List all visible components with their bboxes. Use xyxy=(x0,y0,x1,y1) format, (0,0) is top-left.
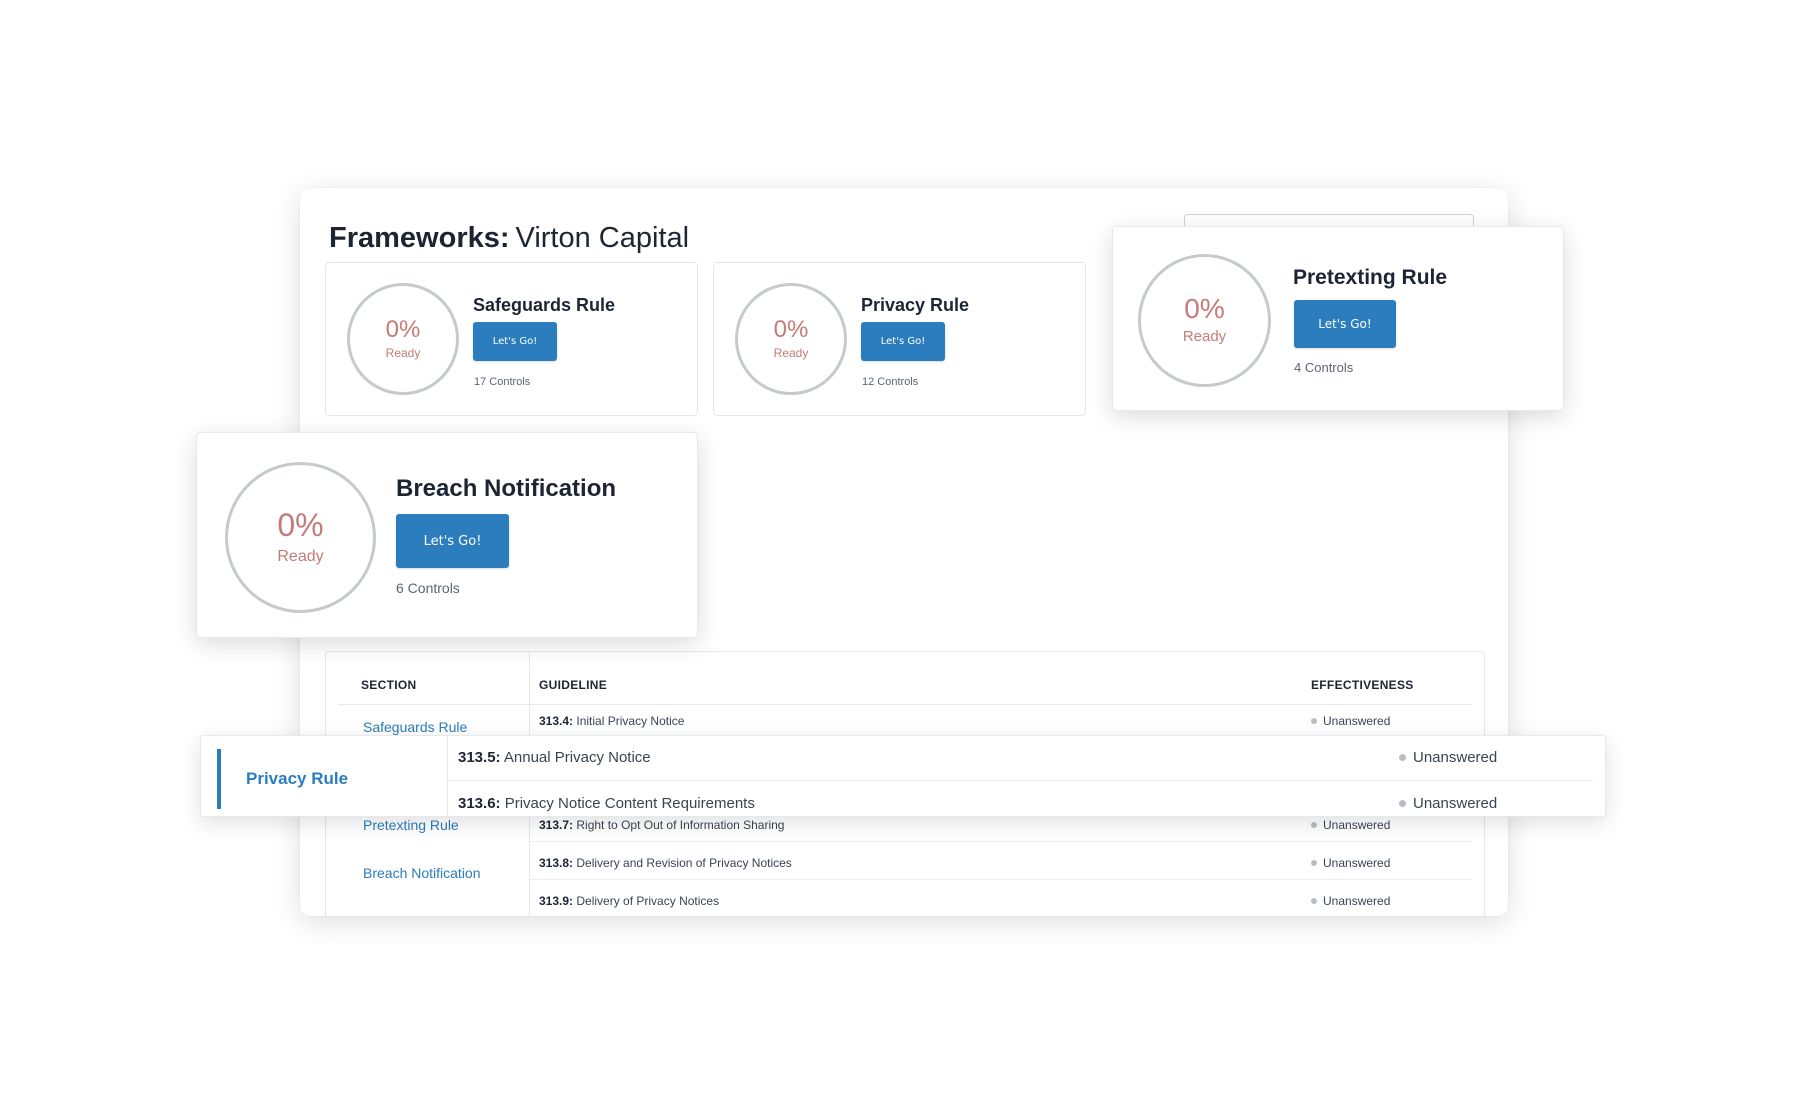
status-dot-icon xyxy=(1311,860,1317,866)
lets-go-button[interactable]: Let's Go! xyxy=(1294,300,1396,348)
column-header-effectiveness: EFFECTIVENESS xyxy=(1311,678,1414,692)
effectiveness-label: Unanswered xyxy=(1323,894,1391,908)
framework-card-breach: 0% Ready Breach Notification Let's Go! 6… xyxy=(196,432,698,638)
guideline-text: Delivery and Revision of Privacy Notices xyxy=(576,856,792,870)
readiness-label: Ready xyxy=(1182,328,1227,345)
framework-title: Breach Notification xyxy=(396,475,617,502)
status-dot-icon xyxy=(1311,718,1317,724)
effectiveness-status: Unanswered xyxy=(1399,749,1497,766)
framework-card-privacy: 0% Ready Privacy Rule Let's Go! 12 Contr… xyxy=(713,262,1086,416)
framework-title: Privacy Rule xyxy=(861,295,970,315)
status-dot-icon xyxy=(1311,822,1317,828)
section-link-breach[interactable]: Breach Notification xyxy=(363,865,481,881)
row-divider xyxy=(448,780,1593,781)
controls-count: 4 Controls xyxy=(1294,360,1354,375)
readiness-ring: 0% Ready xyxy=(347,283,459,395)
readiness-label: Ready xyxy=(277,547,324,565)
guideline-text: Right to Opt Out of Information Sharing xyxy=(576,818,785,832)
section-link-pretexting[interactable]: Pretexting Rule xyxy=(363,817,459,833)
effectiveness-status: Unanswered xyxy=(1311,818,1390,832)
guideline-row[interactable]: 313.8: Delivery and Revision of Privacy … xyxy=(539,856,792,870)
readiness-ring: 0% Ready xyxy=(735,283,847,395)
effectiveness-status: Unanswered xyxy=(1399,795,1497,812)
effectiveness-label: Unanswered xyxy=(1323,856,1391,870)
readiness-ring: 0% Ready xyxy=(225,462,376,613)
organization-name: Virton Capital xyxy=(515,222,690,254)
status-dot-icon xyxy=(1399,800,1406,807)
framework-card-safeguards: 0% Ready Safeguards Rule Let's Go! 17 Co… xyxy=(325,262,698,416)
effectiveness-status: Unanswered xyxy=(1311,856,1390,870)
readiness-ring: 0% Ready xyxy=(1138,254,1271,387)
controls-count: 17 Controls xyxy=(474,376,531,388)
guideline-code: 313.6: xyxy=(458,795,501,812)
guideline-row[interactable]: 313.4: Initial Privacy Notice xyxy=(539,714,684,728)
readiness-percent: 0% xyxy=(385,315,421,343)
framework-title: Pretexting Rule xyxy=(1293,266,1448,289)
readiness-label: Ready xyxy=(385,345,421,360)
header-divider xyxy=(338,704,1472,705)
guideline-code: 313.9: xyxy=(539,894,574,908)
guideline-text: Privacy Notice Content Requirements xyxy=(504,795,755,812)
effectiveness-label: Unanswered xyxy=(1323,714,1391,728)
guideline-text: Annual Privacy Notice xyxy=(503,749,651,766)
column-header-guideline: GUIDELINE xyxy=(539,678,608,692)
effectiveness-label: Unanswered xyxy=(1413,795,1498,812)
column-header-section: SECTION xyxy=(361,678,417,692)
effectiveness-status: Unanswered xyxy=(1311,714,1390,728)
guideline-code: 313.8: xyxy=(539,856,574,870)
section-link-privacy[interactable]: Privacy Rule xyxy=(246,769,348,789)
page-title: Frameworks: Virton Capital xyxy=(329,222,689,255)
controls-count: 6 Controls xyxy=(396,580,460,596)
readiness-percent: 0% xyxy=(1184,293,1225,324)
table-row-privacy-rule[interactable]: Privacy Rule 313.5: Annual Privacy Notic… xyxy=(200,735,1606,818)
controls-count: 12 Controls xyxy=(862,376,919,388)
guideline-row[interactable]: 313.9: Delivery of Privacy Notices xyxy=(539,894,719,908)
effectiveness-label: Unanswered xyxy=(1413,749,1498,766)
guideline-row[interactable]: 313.5: Annual Privacy Notice xyxy=(458,749,651,766)
effectiveness-label: Unanswered xyxy=(1323,818,1391,832)
guideline-text: Initial Privacy Notice xyxy=(576,714,685,728)
section-link-safeguards[interactable]: Safeguards Rule xyxy=(363,719,467,735)
guideline-code: 313.4: xyxy=(539,714,574,728)
guideline-code: 313.7: xyxy=(539,818,574,832)
guideline-row[interactable]: 313.7: Right to Opt Out of Information S… xyxy=(539,818,784,832)
column-divider xyxy=(447,736,448,818)
readiness-percent: 0% xyxy=(277,506,324,543)
effectiveness-status: Unanswered xyxy=(1311,894,1390,908)
readiness-label: Ready xyxy=(773,345,809,360)
guideline-code: 313.5: xyxy=(458,749,501,766)
page-title-label: Frameworks: xyxy=(329,222,510,254)
guideline-text: Delivery of Privacy Notices xyxy=(576,894,720,908)
row-divider xyxy=(530,841,1472,842)
status-dot-icon xyxy=(1399,754,1406,761)
lets-go-button[interactable]: Let's Go! xyxy=(473,322,557,361)
status-dot-icon xyxy=(1311,898,1317,904)
framework-card-pretexting: 0% Ready Pretexting Rule Let's Go! 4 Con… xyxy=(1112,226,1564,411)
framework-title: Safeguards Rule xyxy=(473,295,616,315)
lets-go-button[interactable]: Let's Go! xyxy=(861,322,945,361)
guideline-row[interactable]: 313.6: Privacy Notice Content Requiremen… xyxy=(458,795,755,812)
row-divider xyxy=(530,879,1472,880)
selected-indicator xyxy=(217,749,221,809)
lets-go-button[interactable]: Let's Go! xyxy=(396,514,509,568)
readiness-percent: 0% xyxy=(773,315,809,343)
